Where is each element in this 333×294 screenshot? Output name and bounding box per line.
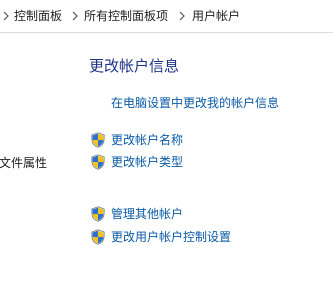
pc-settings-link[interactable]: 在电脑设置中更改我的帐户信息 bbox=[111, 95, 279, 111]
breadcrumb-item-control-panel[interactable]: 控制面板 bbox=[14, 8, 62, 24]
chevron-right-icon[interactable] bbox=[2, 9, 10, 23]
uac-shield-icon bbox=[91, 229, 105, 245]
left-nav-item-file-properties[interactable]: 文件属性 bbox=[0, 155, 47, 171]
breadcrumb-divider bbox=[0, 32, 333, 33]
uac-shield-icon bbox=[91, 154, 105, 170]
change-account-name-link[interactable]: 更改帐户名称 bbox=[111, 132, 183, 148]
uac-shield-icon bbox=[91, 132, 105, 148]
breadcrumb-item-user-accounts[interactable]: 用户帐户 bbox=[192, 8, 240, 24]
uac-shield-icon bbox=[91, 206, 105, 222]
manage-other-accounts-link[interactable]: 管理其他帐户 bbox=[111, 206, 183, 222]
control-panel-window: 控制面板 所有控制面板项 用户帐户 文件属性 更改帐户信息 在电脑设置中更改我的… bbox=[0, 0, 333, 294]
change-uac-settings-link[interactable]: 更改用户帐户控制设置 bbox=[111, 229, 231, 245]
breadcrumb: 控制面板 所有控制面板项 用户帐户 bbox=[0, 0, 333, 33]
chevron-right-icon[interactable] bbox=[71, 9, 79, 23]
change-account-type-link[interactable]: 更改帐户类型 bbox=[111, 154, 183, 170]
chevron-right-icon[interactable] bbox=[178, 9, 186, 23]
page-title: 更改帐户信息 bbox=[89, 57, 180, 75]
breadcrumb-item-all-control-panel-items[interactable]: 所有控制面板项 bbox=[84, 8, 168, 24]
